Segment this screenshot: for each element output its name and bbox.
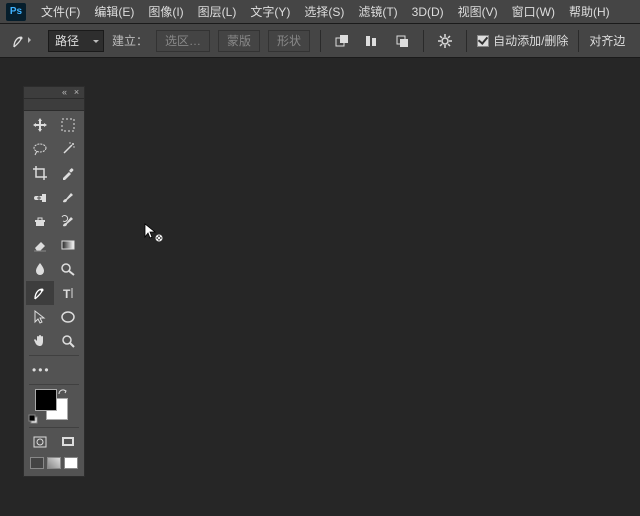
path-arrange-icon[interactable]: [391, 30, 413, 52]
footer-swatch-icon[interactable]: [30, 457, 44, 469]
footer-swatch-icon[interactable]: [64, 457, 78, 469]
hand-tool[interactable]: [26, 329, 54, 353]
panel-footer: [26, 454, 82, 474]
svg-text:T: T: [63, 287, 71, 301]
mode-dropdown[interactable]: 路径: [48, 30, 104, 52]
lasso-tool[interactable]: [26, 137, 54, 161]
make-selection-button[interactable]: 选区…: [156, 30, 210, 52]
align-edges-label: 对齐边: [589, 32, 625, 49]
screen-mode-toggle[interactable]: [54, 430, 82, 454]
default-colors-icon[interactable]: [28, 414, 38, 424]
tools-panel: « × T •••: [23, 86, 85, 477]
history-brush-tool[interactable]: [54, 209, 82, 233]
crop-tool[interactable]: [26, 161, 54, 185]
menu-select[interactable]: 选择(S): [297, 0, 351, 24]
divider: [29, 355, 79, 356]
build-label: 建立：: [112, 32, 148, 49]
color-swatches[interactable]: [26, 387, 82, 425]
mode-value: 路径: [55, 32, 79, 49]
menu-window[interactable]: 窗口(W): [505, 0, 562, 24]
gradient-tool[interactable]: [54, 233, 82, 257]
menu-3d[interactable]: 3D(D): [405, 0, 451, 24]
menu-image[interactable]: 图像(I): [141, 0, 190, 24]
separator: [320, 30, 321, 52]
brush-tool[interactable]: [54, 185, 82, 209]
separator: [466, 30, 467, 52]
gear-icon[interactable]: [434, 30, 456, 52]
zoom-tool[interactable]: [54, 329, 82, 353]
quick-mask-toggle[interactable]: [26, 430, 54, 454]
panel-title: [24, 99, 84, 111]
align-edges-option[interactable]: 对齐边: [589, 32, 625, 49]
separator: [423, 30, 424, 52]
path-align-icon[interactable]: [361, 30, 383, 52]
path-selection-tool[interactable]: [26, 305, 54, 329]
move-tool[interactable]: [26, 113, 54, 137]
dodge-tool[interactable]: [54, 257, 82, 281]
divider: [29, 384, 79, 385]
blur-tool[interactable]: [26, 257, 54, 281]
close-icon[interactable]: ×: [72, 89, 81, 97]
healing-brush-tool[interactable]: [26, 185, 54, 209]
separator: [578, 30, 579, 52]
shape-tool[interactable]: [54, 305, 82, 329]
eyedropper-tool[interactable]: [54, 161, 82, 185]
auto-add-delete-label: 自动添加/删除: [493, 32, 568, 49]
current-tool-icon[interactable]: [8, 29, 40, 53]
menu-help[interactable]: 帮助(H): [562, 0, 617, 24]
eraser-tool[interactable]: [26, 233, 54, 257]
divider: [29, 427, 79, 428]
make-shape-button[interactable]: 形状: [268, 30, 310, 52]
menu-type[interactable]: 文字(Y): [243, 0, 297, 24]
menu-layer[interactable]: 图层(L): [191, 0, 244, 24]
foreground-color-swatch[interactable]: [35, 389, 57, 411]
auto-add-delete-option[interactable]: 自动添加/删除: [477, 32, 568, 49]
menu-filter[interactable]: 滤镜(T): [351, 0, 404, 24]
swap-colors-icon[interactable]: [58, 388, 68, 398]
marquee-tool[interactable]: [54, 113, 82, 137]
footer-swatch-icon[interactable]: [47, 457, 61, 469]
menu-edit[interactable]: 编辑(E): [87, 0, 141, 24]
options-bar: 路径 建立： 选区… 蒙版 形状 自动添加/删除 对齐边: [0, 24, 640, 58]
checkbox-checked-icon: [477, 35, 489, 47]
magic-wand-tool[interactable]: [54, 137, 82, 161]
path-op-1-icon[interactable]: [331, 30, 353, 52]
canvas-area[interactable]: [0, 58, 640, 516]
collapse-icon[interactable]: «: [60, 89, 69, 97]
menu-file[interactable]: 文件(F): [34, 0, 87, 24]
menu-view[interactable]: 视图(V): [451, 0, 505, 24]
panel-header: « ×: [24, 87, 84, 99]
make-mask-button[interactable]: 蒙版: [218, 30, 260, 52]
pen-tool[interactable]: [26, 281, 54, 305]
app-logo: Ps: [6, 3, 26, 21]
clone-stamp-tool[interactable]: [26, 209, 54, 233]
edit-toolbar[interactable]: •••: [26, 358, 54, 382]
menu-bar: Ps 文件(F) 编辑(E) 图像(I) 图层(L) 文字(Y) 选择(S) 滤…: [0, 0, 640, 24]
type-tool[interactable]: T: [54, 281, 82, 305]
